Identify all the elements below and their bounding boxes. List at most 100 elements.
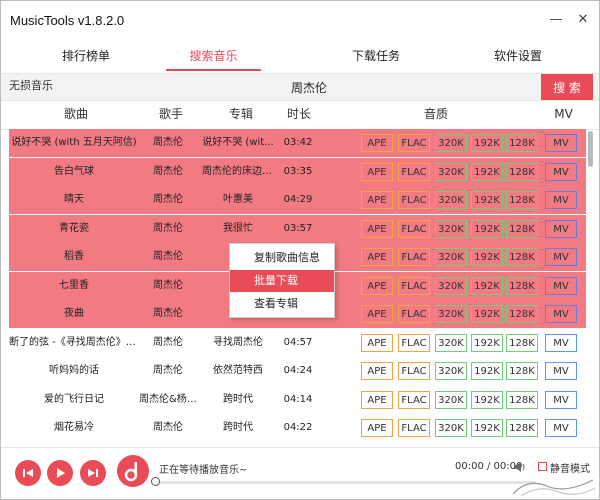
quality-320k-button[interactable]: 320K (435, 333, 467, 352)
scrollbar-thumb[interactable] (588, 131, 593, 167)
quality-128k-button[interactable]: 128K (506, 333, 538, 352)
search-input[interactable] (76, 75, 542, 99)
quality-128k-button[interactable]: 128K (506, 390, 538, 409)
mv-button[interactable]: MV (545, 333, 577, 352)
flac-button[interactable]: FLAC (398, 419, 430, 437)
quality-320k-button[interactable]: 320K (435, 276, 467, 295)
quality-192k-button[interactable]: 192K (471, 134, 503, 152)
player-bar: 正在等待播放音乐~ 00:00 / 00:00 静音模式 (1, 447, 599, 499)
song-artist: 周杰伦 (153, 251, 183, 262)
table-row[interactable]: 晴天 周杰伦 叶惠美 04:29 APE FLAC 320K 192K 128K MV (9, 186, 586, 214)
quality-320k-button[interactable]: 320K (435, 162, 467, 181)
flac-button[interactable]: FLAC (398, 162, 430, 181)
tab-charts[interactable]: 排行榜单 (31, 41, 141, 71)
close-icon[interactable]: ✕ (575, 11, 591, 27)
quality-128k-button[interactable]: 128K (506, 362, 538, 380)
mute-checkbox[interactable] (538, 462, 547, 471)
menu-item-batch-download[interactable]: 批量下载 (230, 270, 334, 292)
ape-button[interactable]: APE (361, 305, 393, 323)
quality-192k-button[interactable]: 192K (471, 390, 503, 409)
quality-128k-button[interactable]: 128K (506, 419, 538, 437)
quality-128k-button[interactable]: 128K (506, 248, 538, 266)
ape-button[interactable]: APE (361, 362, 393, 380)
quality-192k-button[interactable]: 192K (471, 191, 503, 209)
table-row[interactable]: 烟花易冷 周杰伦 跨时代 04:22 APE FLAC 320K 192K 128K MV (9, 414, 586, 442)
mv-button[interactable]: MV (545, 390, 577, 409)
minimize-icon[interactable]: — (548, 11, 564, 27)
mv-button[interactable]: MV (545, 276, 577, 295)
column-quality: 音质 (423, 107, 448, 121)
flac-button[interactable]: FLAC (398, 305, 430, 323)
mv-button[interactable]: MV (545, 162, 577, 181)
progress-knob[interactable] (151, 477, 160, 486)
ape-button[interactable]: APE (361, 219, 393, 238)
mv-button[interactable]: MV (545, 134, 577, 152)
quality-192k-button[interactable]: 192K (471, 219, 503, 238)
mv-button[interactable]: MV (545, 305, 577, 323)
flac-button[interactable]: FLAC (398, 191, 430, 209)
table-scrollbar[interactable] (587, 129, 595, 447)
quality-320k-button[interactable]: 320K (435, 419, 467, 437)
menu-item-copy-info[interactable]: 复制歌曲信息 (230, 247, 334, 269)
quality-filter-select[interactable]: 无损音乐 (3, 76, 80, 96)
quality-128k-button[interactable]: 128K (506, 305, 538, 323)
song-title: 爱的飞行日记 (44, 393, 104, 405)
flac-button[interactable]: FLAC (398, 276, 430, 295)
quality-128k-button[interactable]: 128K (506, 276, 538, 295)
progress-track[interactable] (156, 481, 536, 484)
flac-button[interactable]: FLAC (398, 248, 430, 266)
mv-button[interactable]: MV (545, 219, 577, 238)
ape-button[interactable]: APE (361, 390, 393, 409)
mv-button[interactable]: MV (545, 248, 577, 266)
play-icon[interactable] (47, 460, 73, 486)
table-row[interactable]: 青花瓷 周杰伦 我很忙 03:57 APE FLAC 320K 192K 128K MV (9, 214, 586, 243)
quality-320k-button[interactable]: 320K (435, 134, 467, 152)
quality-192k-button[interactable]: 192K (471, 162, 503, 181)
tab-search-music[interactable]: 搜索音乐 (161, 41, 266, 71)
ape-button[interactable]: APE (361, 162, 393, 181)
mv-button[interactable]: MV (545, 419, 577, 437)
table-row[interactable]: 说好不哭 (with 五月天阿信) 周杰伦 说好不哭 (wit... 03:42 APE… (9, 129, 586, 157)
ape-button[interactable]: APE (361, 191, 393, 209)
table-row[interactable]: 告白气球 周杰伦 周杰伦的床边故... 03:35 APE FLAC 320K 192K 128… (9, 157, 586, 186)
next-track-icon[interactable] (80, 460, 106, 486)
flac-button[interactable]: FLAC (398, 134, 430, 152)
ape-button[interactable]: APE (361, 248, 393, 266)
quality-192k-button[interactable]: 192K (471, 248, 503, 266)
song-album: 叶惠美 (223, 194, 253, 205)
prev-track-icon[interactable] (15, 460, 41, 486)
quality-320k-button[interactable]: 320K (435, 390, 467, 409)
menu-item-view-album[interactable]: 查看专辑 (230, 293, 334, 315)
quality-320k-button[interactable]: 320K (435, 191, 467, 209)
table-row[interactable]: 断了的弦 -《寻找周杰伦》电影插曲 周杰伦 寻找周杰伦 04:57 APE FLAC 320… (9, 329, 586, 357)
quality-128k-button[interactable]: 128K (506, 191, 538, 209)
volume-icon[interactable] (513, 460, 527, 474)
ape-button[interactable]: APE (361, 419, 393, 437)
flac-button[interactable]: FLAC (398, 219, 430, 238)
flac-button[interactable]: FLAC (398, 333, 430, 352)
quality-320k-button[interactable]: 320K (435, 219, 467, 238)
flac-button[interactable]: FLAC (398, 362, 430, 380)
flac-button[interactable]: FLAC (398, 390, 430, 409)
mv-button[interactable]: MV (545, 191, 577, 209)
quality-128k-button[interactable]: 128K (506, 134, 538, 152)
quality-128k-button[interactable]: 128K (506, 219, 538, 238)
quality-192k-button[interactable]: 192K (471, 419, 503, 437)
quality-192k-button[interactable]: 192K (471, 362, 503, 380)
search-button[interactable]: 搜 索 (541, 74, 593, 100)
tab-downloads[interactable]: 下载任务 (321, 41, 431, 71)
quality-192k-button[interactable]: 192K (471, 305, 503, 323)
quality-192k-button[interactable]: 192K (471, 276, 503, 295)
tab-settings[interactable]: 软件设置 (463, 41, 573, 71)
quality-192k-button[interactable]: 192K (471, 333, 503, 352)
quality-320k-button[interactable]: 320K (435, 305, 467, 323)
table-row[interactable]: 爱的飞行日记 周杰伦&杨瑞代 跨时代 04:14 APE FLAC 320K192K128K… (9, 386, 586, 414)
quality-320k-button[interactable]: 320K (435, 362, 467, 380)
quality-128k-button[interactable]: 128K (506, 162, 538, 181)
quality-320k-button[interactable]: 320K (435, 248, 467, 266)
mv-button[interactable]: MV (545, 362, 577, 380)
ape-button[interactable]: APE (361, 134, 393, 152)
table-row[interactable]: 听妈妈的话 周杰伦 依然范特西 04:24 APE FLAC 320K 192K 128K MV (9, 357, 586, 385)
ape-button[interactable]: APE (361, 333, 393, 352)
ape-button[interactable]: APE (361, 276, 393, 295)
